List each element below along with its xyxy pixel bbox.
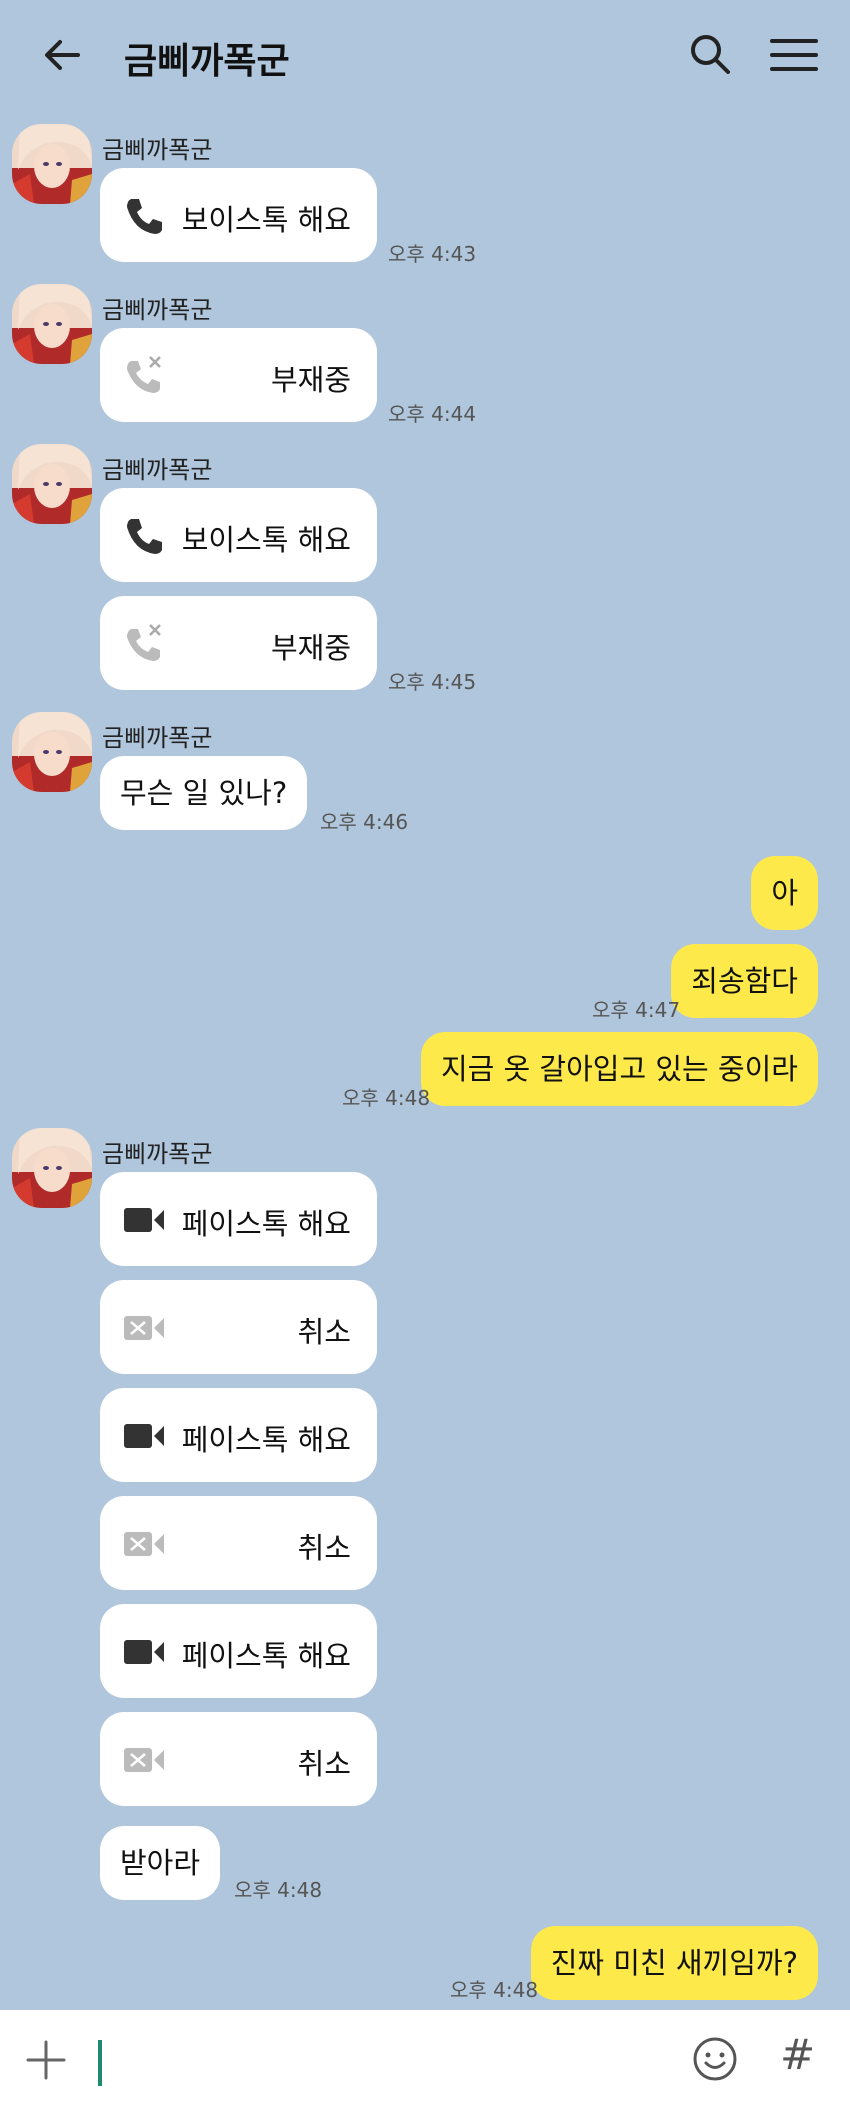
avatar[interactable] xyxy=(12,284,92,364)
sender-name: 금삐까폭군 xyxy=(102,724,213,752)
video-cancel-icon xyxy=(124,1748,164,1772)
video-call-message[interactable]: 페이스톡 해요 xyxy=(100,1388,377,1482)
menu-button[interactable] xyxy=(766,30,822,80)
emoji-button[interactable] xyxy=(692,2036,738,2082)
timestamp: 오후 4:45 xyxy=(388,670,477,694)
hashtag-button[interactable]: # xyxy=(780,2030,815,2079)
avatar[interactable] xyxy=(12,444,92,524)
voice-call-message[interactable]: 보이스톡 해요 xyxy=(100,488,377,582)
phone-icon xyxy=(127,519,162,554)
chat-title: 금삐까폭군 xyxy=(124,41,290,82)
my-message-bubble[interactable]: 진짜 미친 새끼임까? xyxy=(530,1926,818,2000)
emoji-icon xyxy=(693,2037,737,2081)
my-message-bubble[interactable]: 죄송함다 xyxy=(671,944,818,1018)
timestamp: 오후 4:48 xyxy=(234,1878,323,1902)
search-icon xyxy=(691,35,730,74)
call-label: 페이스톡 해요 xyxy=(181,1207,351,1241)
plus-icon xyxy=(26,2040,66,2080)
timestamp: 오후 4:46 xyxy=(320,810,409,834)
attach-button[interactable] xyxy=(24,2038,68,2082)
call-label: 취소 xyxy=(297,1747,351,1781)
sender-name: 금삐까폭군 xyxy=(102,456,213,484)
call-label: 취소 xyxy=(297,1531,351,1565)
video-call-cancel-message[interactable]: 취소 xyxy=(100,1496,377,1590)
missed-call-message[interactable]: 부재중 xyxy=(100,328,377,422)
video-call-message[interactable]: 페이스톡 해요 xyxy=(100,1172,377,1266)
message-input[interactable] xyxy=(98,2040,102,2086)
video-call-message[interactable]: 페이스톡 해요 xyxy=(100,1604,377,1698)
message-bubble[interactable]: 무슨 일 있나? xyxy=(100,756,308,830)
hamburger-menu-icon xyxy=(770,39,818,71)
call-label: 부재중 xyxy=(270,631,351,665)
voice-call-message[interactable]: 보이스톡 해요 xyxy=(100,168,377,262)
video-call-icon xyxy=(124,1424,164,1448)
call-label: 보이스톡 해요 xyxy=(181,203,351,237)
call-label: 취소 xyxy=(297,1315,351,1349)
phone-icon xyxy=(127,199,162,234)
video-cancel-icon xyxy=(124,1532,164,1556)
timestamp: 오후 4:43 xyxy=(388,242,477,266)
message-input-bar: # xyxy=(0,2010,850,2108)
timestamp: 오후 4:48 xyxy=(342,1086,431,1110)
message-bubble[interactable]: 받아라 xyxy=(100,1826,221,1900)
missed-call-icon xyxy=(127,356,161,393)
my-message-bubble[interactable]: 아 xyxy=(751,856,818,930)
timestamp: 오후 4:47 xyxy=(592,998,681,1022)
missed-call-message[interactable]: 부재중 xyxy=(100,596,377,690)
arrow-left-icon xyxy=(45,40,80,70)
sender-name: 금삐까폭군 xyxy=(102,136,213,164)
missed-call-icon xyxy=(127,624,161,661)
chat-header: 금삐까폭군 xyxy=(0,0,850,110)
call-label: 부재중 xyxy=(270,363,351,397)
back-button[interactable] xyxy=(38,30,88,80)
video-cancel-icon xyxy=(124,1316,164,1340)
timestamp: 오후 4:48 xyxy=(450,1978,539,2002)
video-call-cancel-message[interactable]: 취소 xyxy=(100,1280,377,1374)
video-call-icon xyxy=(124,1208,164,1232)
sender-name: 금삐까폭군 xyxy=(102,296,213,324)
search-button[interactable] xyxy=(686,30,736,80)
video-call-icon xyxy=(124,1640,164,1664)
avatar[interactable] xyxy=(12,712,92,792)
call-label: 페이스톡 해요 xyxy=(181,1639,351,1673)
call-label: 보이스톡 해요 xyxy=(181,523,351,557)
call-label: 페이스톡 해요 xyxy=(181,1423,351,1457)
timestamp: 오후 4:44 xyxy=(388,402,477,426)
avatar[interactable] xyxy=(12,124,92,204)
my-message-bubble[interactable]: 지금 옷 갈아입고 있는 중이라 xyxy=(420,1032,818,1106)
avatar[interactable] xyxy=(12,1128,92,1208)
video-call-cancel-message[interactable]: 취소 xyxy=(100,1712,377,1806)
sender-name: 금삐까폭군 xyxy=(102,1140,213,1168)
